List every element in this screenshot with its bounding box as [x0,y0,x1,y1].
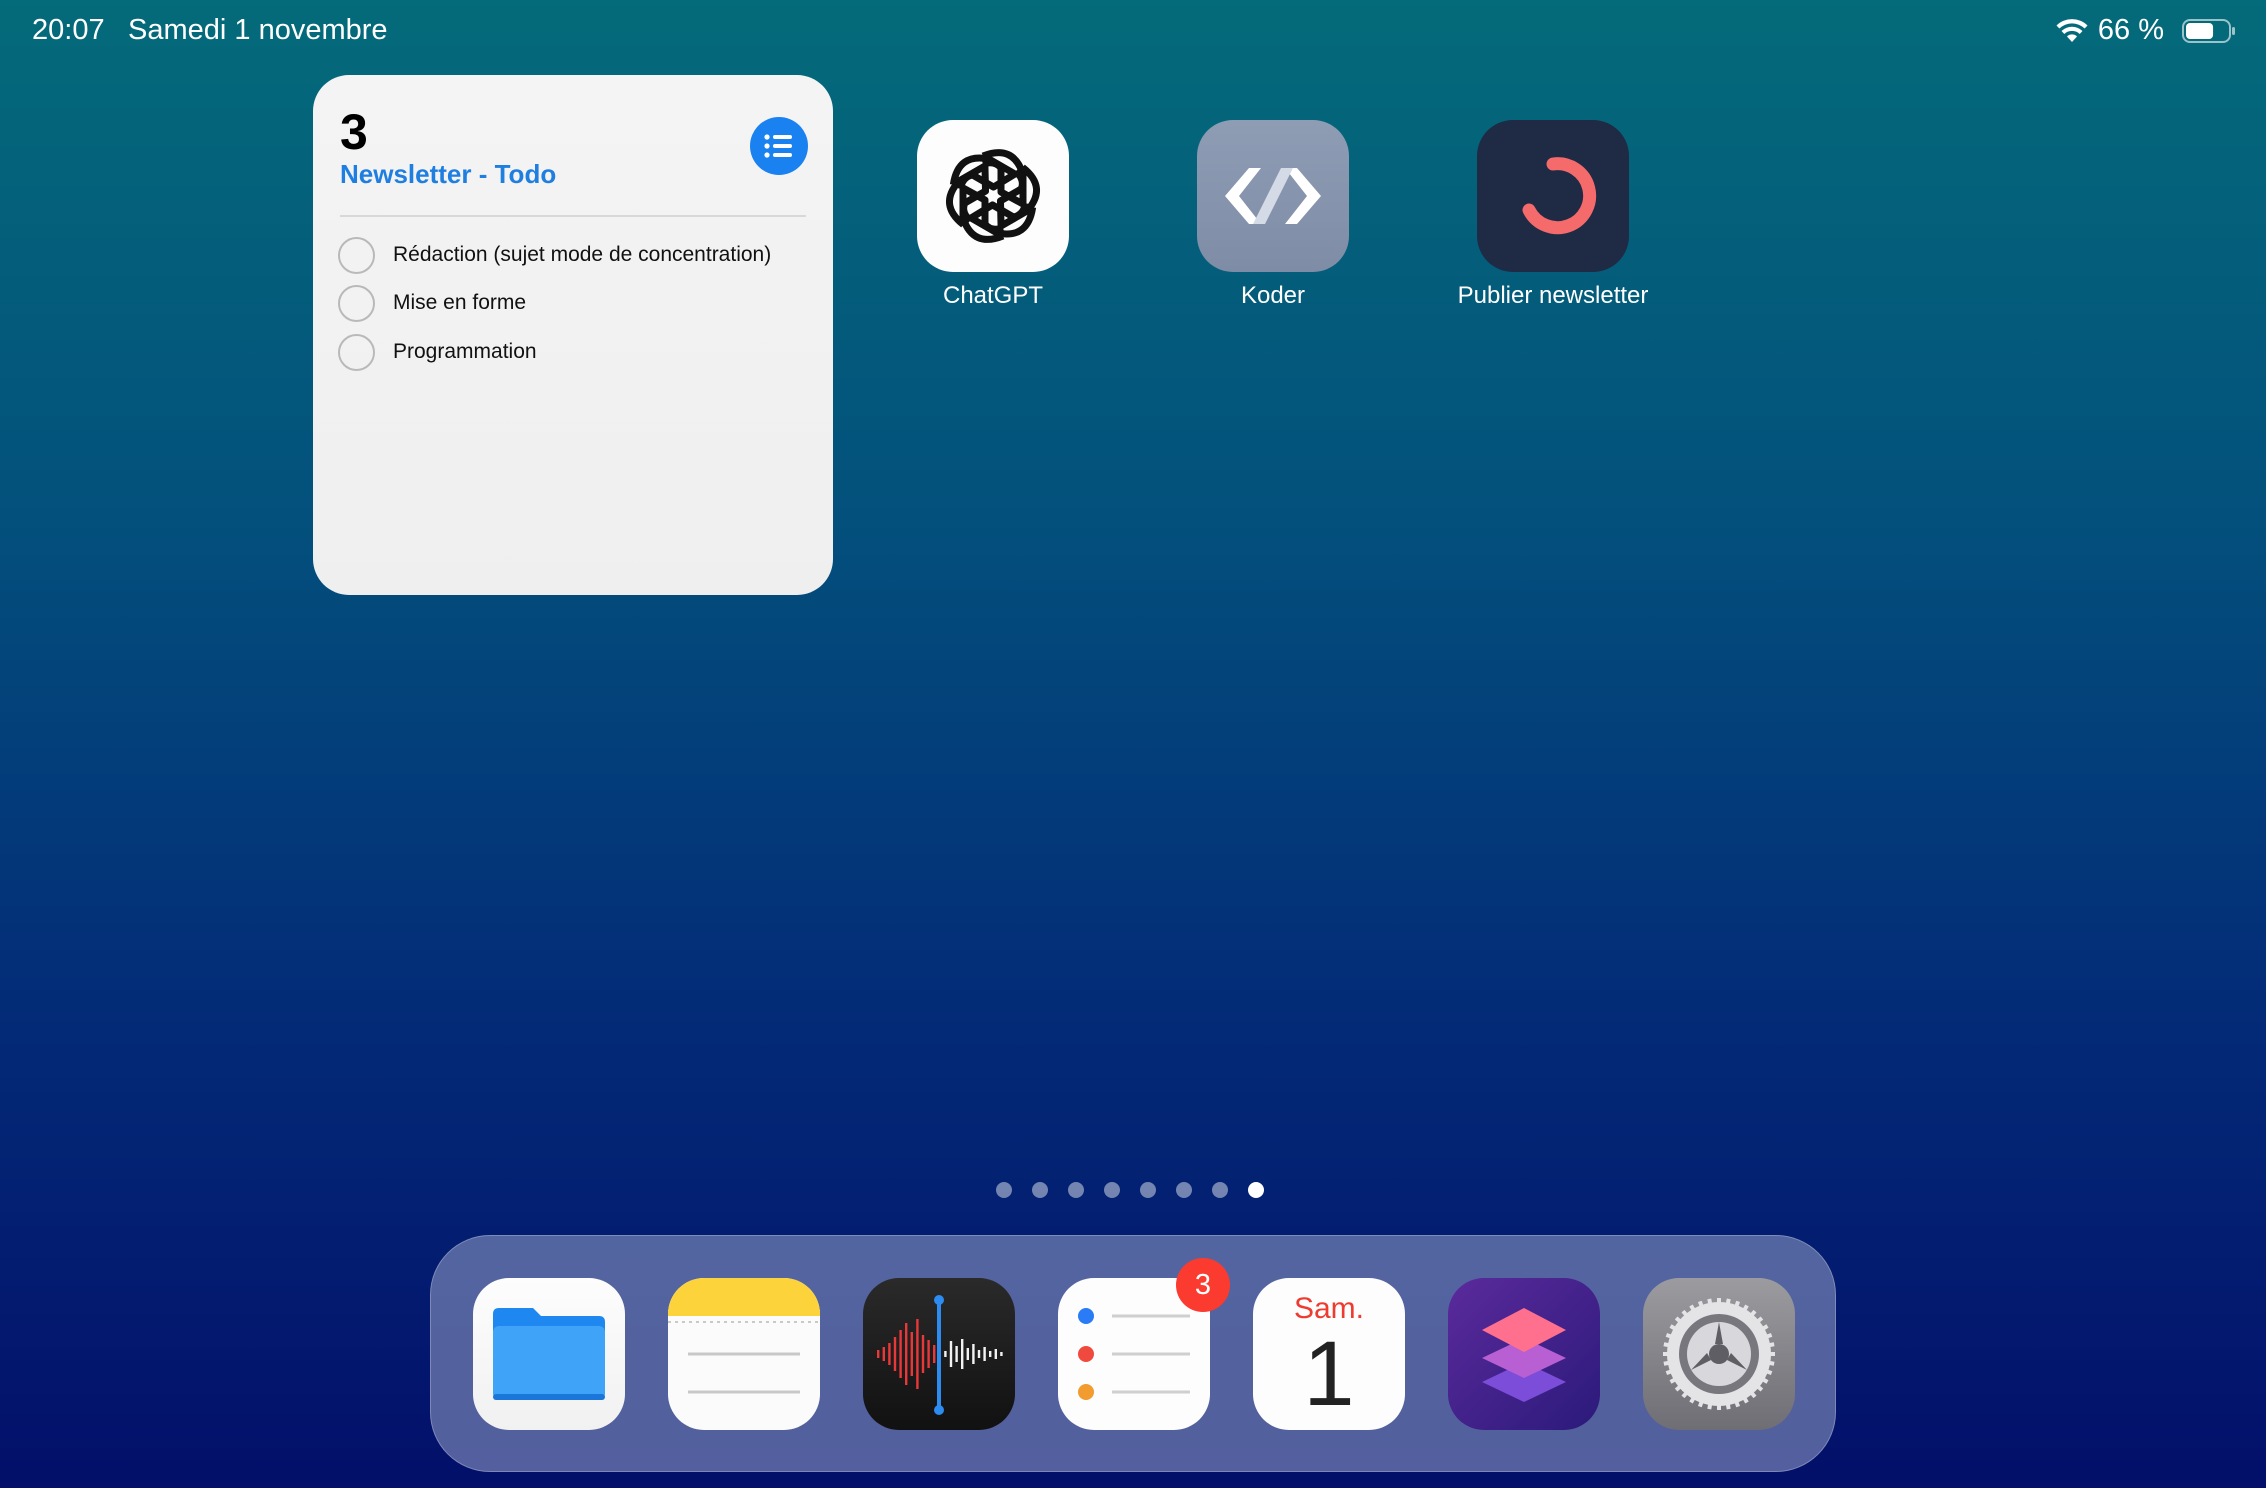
files-icon[interactable] [473,1278,625,1430]
widget-task-count: 3 [340,104,368,160]
dock-app-voice-memos[interactable] [863,1278,1015,1430]
page-dot[interactable] [1068,1182,1084,1198]
page-dot[interactable] [1176,1182,1192,1198]
status-bar: 20:07 Samedi 1 novembre 66 % [0,0,2266,64]
task-label: Rédaction (sujet mode de concentration) [393,243,772,266]
page-dot[interactable] [1104,1182,1120,1198]
dock-app-notes[interactable] [668,1278,820,1430]
battery-percent: 66 % [2097,14,2164,46]
task-checkbox[interactable] [338,333,375,371]
status-indicators: 66 % [2056,14,2236,47]
status-time: 20:07 [32,14,105,46]
dock: 3 Sam. 1 [430,1235,1836,1472]
widget-divider [340,215,806,217]
notes-icon[interactable] [668,1278,820,1430]
chatgpt-icon[interactable] [917,120,1069,272]
battery-icon [2182,18,2235,43]
app-label: Publier newsletter [1457,282,1649,309]
task-label: Programmation [393,340,537,363]
calendar-date: 1 [1303,1323,1355,1425]
task-label: Mise en forme [393,291,527,314]
settings-icon[interactable] [1643,1278,1795,1430]
app-label: Koder [1240,282,1306,309]
shortcuts-icon[interactable] [1448,1278,1600,1430]
widget-task[interactable]: Programmation [338,332,537,372]
dock-app-reminders[interactable]: 3 [1058,1258,1230,1430]
widget-list-name: Newsletter - Todo [340,159,557,189]
reminders-widget[interactable]: 3 Newsletter - Todo Rédaction (sujet mod… [313,75,833,595]
app-koder[interactable]: Koder [1163,120,1383,310]
page-indicator[interactable] [996,1182,1264,1198]
page-dot[interactable] [1212,1182,1228,1198]
page-dot[interactable] [1140,1182,1156,1198]
status-date: Samedi 1 novembre [128,14,388,46]
dock-app-calendar[interactable]: Sam. 1 [1253,1278,1405,1430]
koder-icon[interactable] [1197,120,1349,272]
page-dot[interactable] [1032,1182,1048,1198]
app-label: ChatGPT [942,282,1044,309]
widget-task[interactable]: Rédaction (sujet mode de concentration) [338,235,771,275]
app-publier-newsletter[interactable]: Publier newsletter [1443,120,1663,310]
page-dot[interactable] [1248,1182,1264,1198]
calendar-weekday: Sam. [1293,1292,1365,1325]
notification-badge: 3 [1176,1258,1230,1312]
calendar-icon[interactable]: Sam. 1 [1253,1278,1405,1430]
task-checkbox[interactable] [338,236,375,274]
task-checkbox[interactable] [338,284,375,322]
app-chatgpt[interactable]: ChatGPT [883,120,1103,310]
dock-app-files[interactable] [473,1278,625,1430]
list-icon[interactable] [750,117,808,175]
page-dot[interactable] [996,1182,1012,1198]
voice-memos-icon[interactable] [863,1278,1015,1430]
dock-app-shortcuts[interactable] [1448,1278,1600,1430]
widget-task[interactable]: Mise en forme [338,283,526,323]
dock-app-settings[interactable] [1643,1278,1795,1430]
wifi-icon [2056,18,2088,42]
publier-newsletter-icon[interactable] [1477,120,1629,272]
